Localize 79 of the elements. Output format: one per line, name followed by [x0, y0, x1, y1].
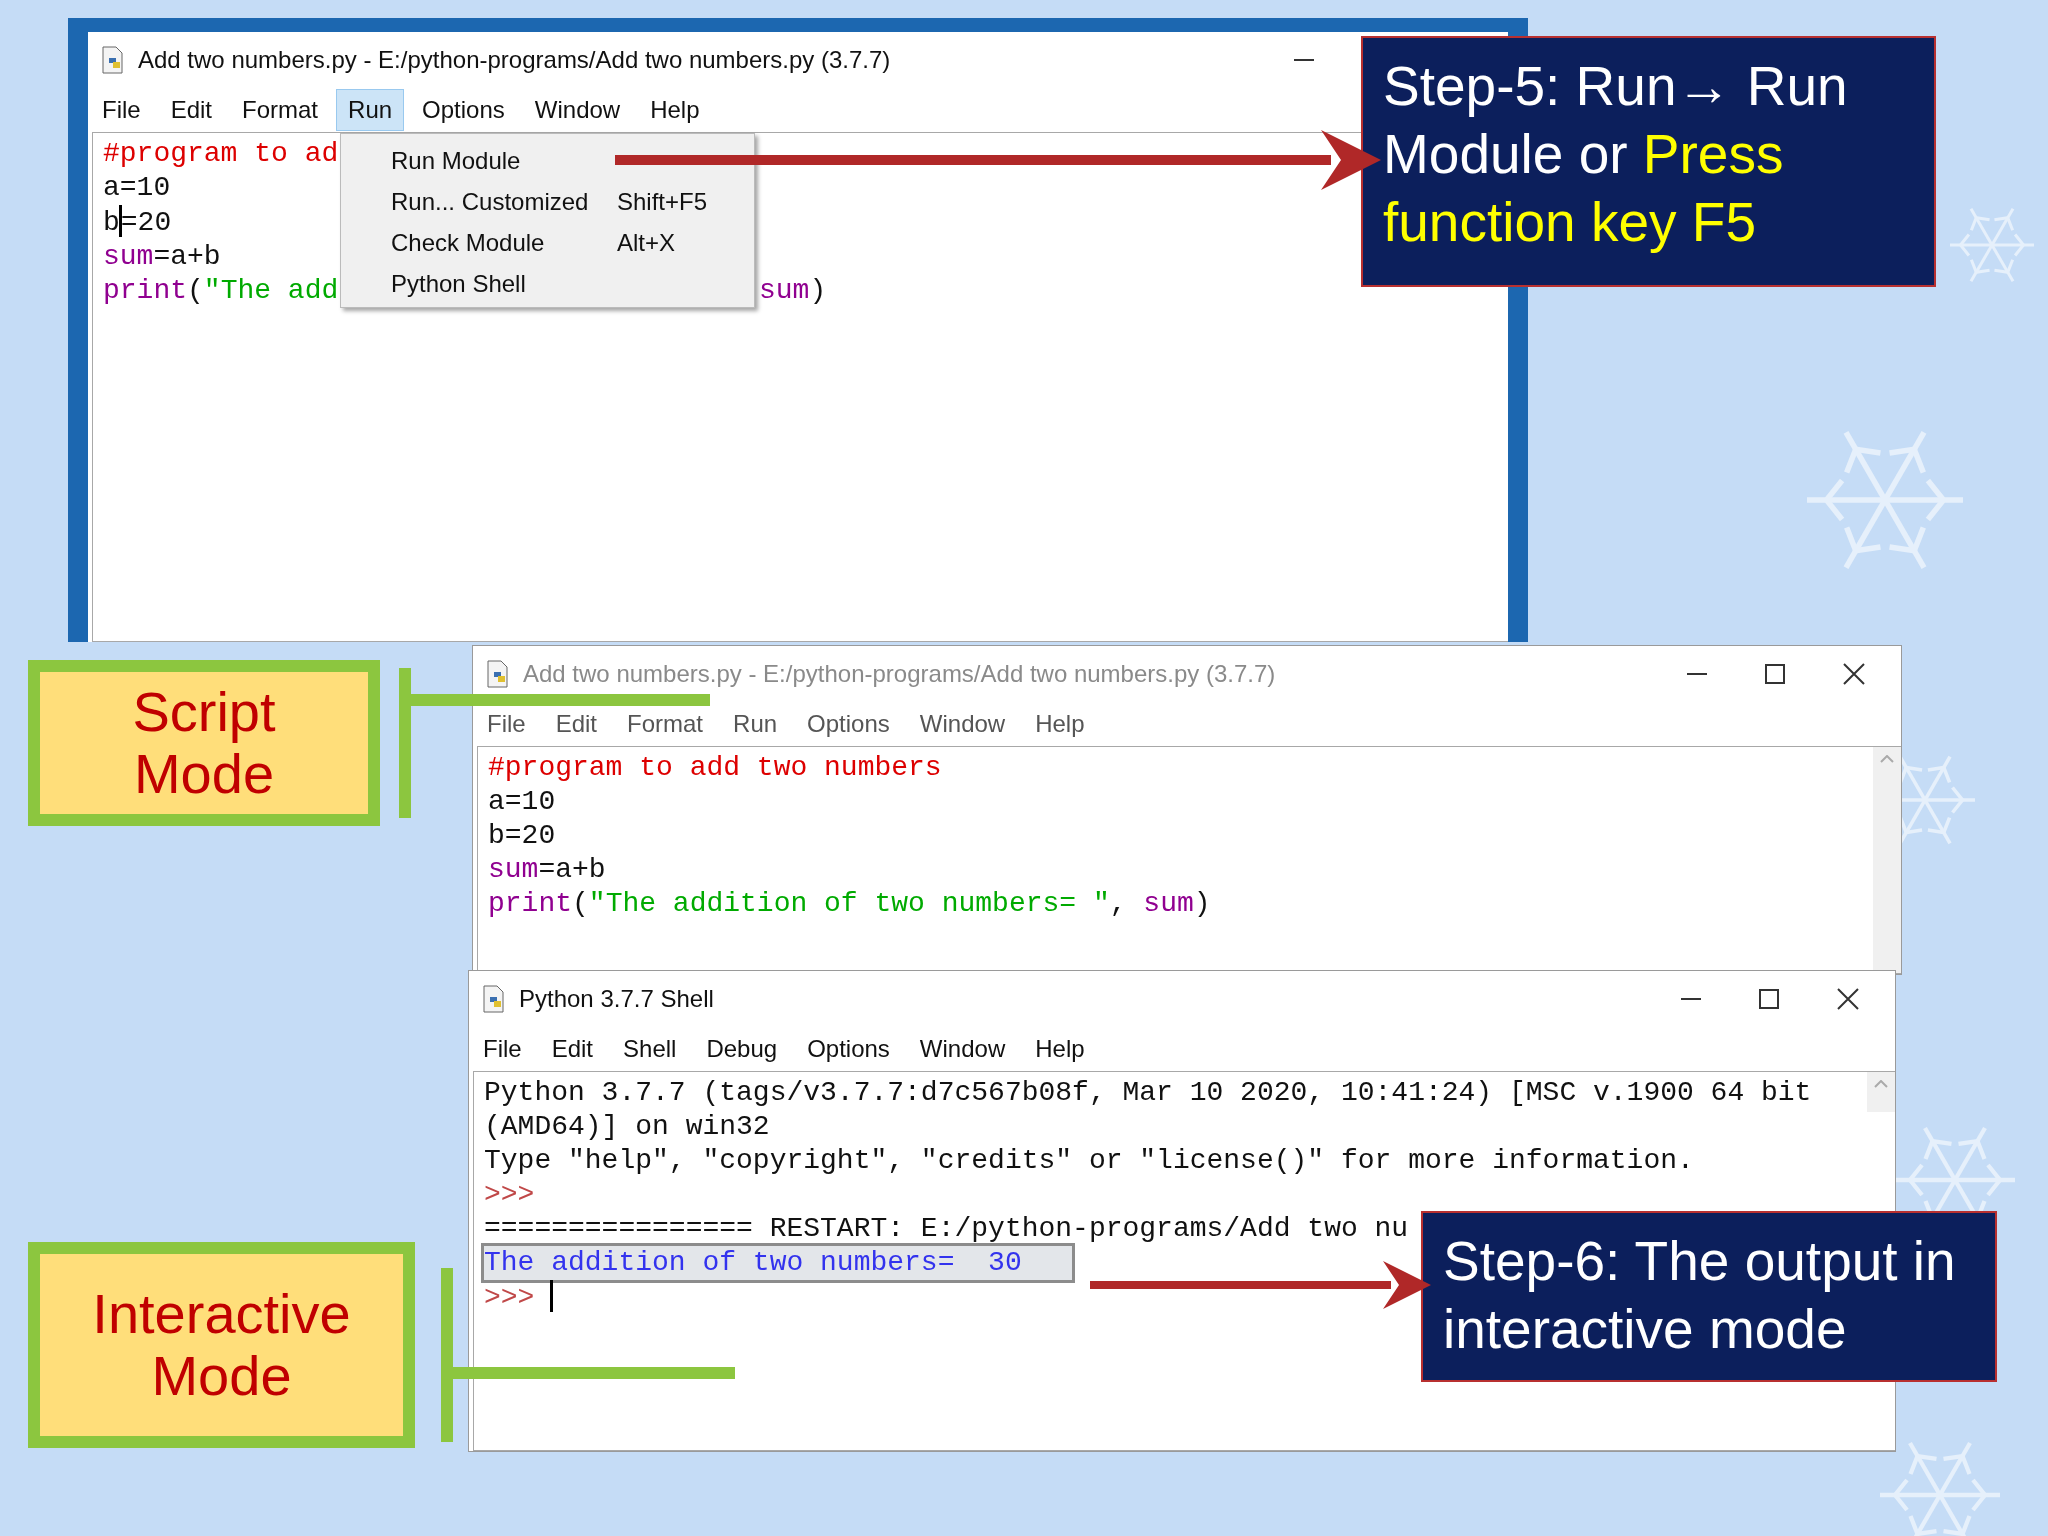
code-text: Python 3.7.7 (tags/v3.7.7:d7c567b08f, Mar 10 2020, 10:41:24) [MSC v.1900 64 bit [484, 1077, 1812, 1108]
code-text: ) [1193, 888, 1211, 919]
code-text: (AMD64)] on win32 [484, 1111, 770, 1142]
menu-item[interactable]: Format [230, 89, 331, 131]
code-text: sum [759, 275, 810, 306]
close-icon[interactable] [1837, 988, 1859, 1010]
code-text: =a+b [153, 241, 221, 272]
shell-console[interactable] [473, 1071, 1895, 1451]
text-cursor-icon [550, 1280, 554, 1312]
menu-item[interactable]: Options [410, 89, 517, 131]
scroll-up-icon[interactable] [1880, 755, 1894, 763]
window-title: Add two numbers.py - E:/python-programs/Add two numbers.py (3.7.7) [138, 46, 891, 74]
code-text: "The addition of two numbers= " [588, 888, 1110, 919]
code-text: #program to add two numbers [488, 752, 942, 783]
code-text: a=10 [488, 786, 556, 817]
menu-item[interactable]: Options [795, 703, 902, 745]
scrollbar[interactable] [1873, 747, 1901, 973]
menu-option[interactable]: Run... Customized [391, 185, 617, 219]
code-text: =20 [120, 207, 172, 238]
menu-item[interactable]: Options [795, 1028, 902, 1070]
code-text: ( [187, 275, 204, 306]
menu-item[interactable]: File [90, 89, 153, 131]
code-text: print [488, 888, 572, 919]
python-file-icon [485, 660, 511, 688]
menu-item[interactable]: Run [336, 89, 405, 131]
code-text: Type "help", "copyright", "credits" or "license()" for more information. [484, 1145, 1694, 1176]
menu-item[interactable]: Edit [539, 1028, 606, 1070]
code-text: ) [809, 275, 827, 306]
shortcut-text: Alt+X [617, 228, 677, 258]
mode-label: Script Mode [28, 660, 380, 826]
code-text: #program to ad [103, 138, 339, 169]
code-text: "The add [203, 275, 339, 306]
menu-option[interactable]: Check Module [391, 226, 617, 260]
menu-item[interactable]: Help [1023, 1028, 1097, 1070]
menu-option[interactable]: Python Shell [391, 267, 617, 301]
code-text: sum [1143, 888, 1194, 919]
code-text: sum [488, 854, 539, 885]
code-text: b [103, 207, 120, 238]
mode-label: Interactive Mode [28, 1242, 415, 1448]
menu-item[interactable]: Edit [158, 89, 225, 131]
menu-item[interactable]: Help [638, 89, 712, 131]
code-text: >>> [484, 1179, 535, 1210]
menu-item[interactable]: File [475, 703, 538, 745]
code-text: =a+b [538, 854, 606, 885]
code-text: ================ RESTART: E:/python-programs/Add two nu [484, 1213, 1409, 1244]
window-title: Add two numbers.py - E:/python-programs/Add two numbers.py (3.7.7) [523, 660, 1276, 688]
menu-item[interactable]: Run [721, 703, 790, 745]
menu-item[interactable]: Window [907, 1028, 1018, 1070]
snowflake-icon [1807, 431, 1963, 569]
menu-item[interactable]: Edit [543, 703, 610, 745]
step-callout: Step-6: The output in interactive mode [1421, 1211, 1997, 1382]
menu-item[interactable]: Shell [611, 1028, 689, 1070]
menu-item[interactable]: Debug [694, 1028, 790, 1070]
code-text: b=20 [488, 820, 556, 851]
snowflake-icon [1950, 207, 2034, 283]
code-text: >>> [484, 1282, 536, 1313]
step-callout: Step-5: Run→ Run Module or Press function key F5 [1361, 36, 1936, 287]
maximize-icon[interactable] [1759, 989, 1779, 1009]
shortcut-text: Shift+F5 [617, 187, 709, 217]
close-icon[interactable] [1843, 663, 1865, 685]
code-text: print [103, 275, 187, 306]
python-file-icon [481, 985, 507, 1013]
python-file-icon [100, 46, 126, 74]
maximize-icon[interactable] [1765, 664, 1785, 684]
code-text: a=10 [103, 172, 171, 203]
text-cursor-icon [118, 205, 122, 237]
code-text: The addition of two numbers= 30 [484, 1247, 1022, 1278]
code-text: ( [572, 888, 589, 919]
menu-item[interactable]: Window [522, 89, 633, 131]
menu-item[interactable]: File [471, 1028, 534, 1070]
window-title: Python 3.7.7 Shell [519, 985, 714, 1013]
menu-item[interactable]: Help [1023, 703, 1097, 745]
menu-option[interactable]: Run Module [391, 144, 617, 178]
menu-item[interactable]: Window [907, 703, 1018, 745]
code-text: , [1109, 888, 1128, 919]
scroll-up-icon[interactable] [1874, 1080, 1888, 1088]
snowflake-icon [1880, 1441, 2000, 1536]
menu-item[interactable]: Format [615, 703, 716, 745]
code-text: sum [103, 241, 154, 272]
